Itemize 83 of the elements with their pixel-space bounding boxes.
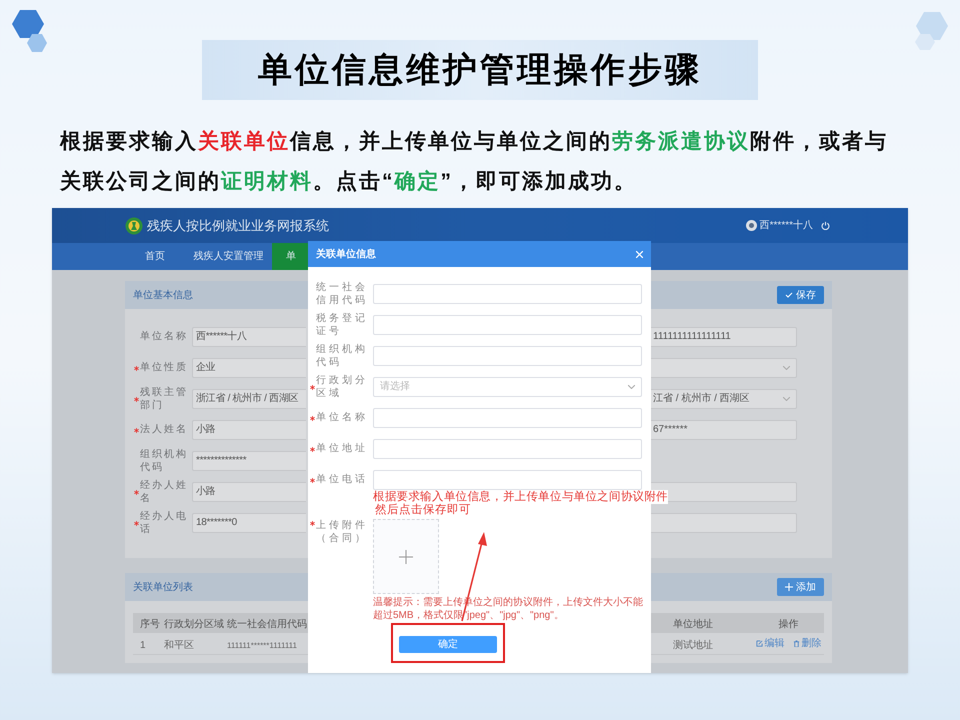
table-cell: 和平区	[164, 640, 194, 650]
field-label: 法人姓名	[140, 423, 188, 436]
column-header: 序号	[140, 619, 160, 630]
select-field[interactable]	[651, 358, 797, 378]
column-header: 单位地址	[673, 619, 713, 630]
save-button[interactable]: 保存	[777, 286, 824, 304]
input-field[interactable]: **************	[192, 450, 306, 470]
field-value: 67******	[653, 423, 688, 437]
field-value: 18*******0	[196, 516, 237, 530]
chevron-down-icon	[783, 366, 790, 370]
field-value: 小路	[196, 422, 216, 437]
table-cell: 111111******1111111	[227, 640, 297, 650]
field-label: 经办人电话	[140, 510, 188, 536]
input-field[interactable]: 小路	[192, 482, 306, 502]
annotation-text: 根据要求输入单位信息，并上传单位与单位之间协议附件	[373, 490, 668, 504]
trash-icon	[792, 640, 800, 647]
input-field[interactable]	[651, 512, 797, 532]
hexagon-decoration-icon	[914, 10, 950, 52]
field-label: 残联主管部门	[140, 386, 188, 412]
field-label: 统一社会信用代码	[316, 280, 368, 306]
chevron-down-icon	[628, 384, 635, 388]
chevron-down-icon	[783, 396, 790, 400]
table-cell: 1	[140, 640, 146, 650]
field-value: 企业	[196, 360, 216, 375]
check-icon	[785, 291, 793, 299]
field-value: 西******十八	[196, 330, 247, 344]
input-field[interactable]: 1111111111111111	[651, 326, 797, 346]
user-name[interactable]: 西******十八	[760, 218, 813, 233]
column-header: 行政划分区域	[164, 619, 224, 630]
plus-icon	[399, 550, 413, 564]
field-label: 税务登记证号	[316, 312, 368, 338]
input-field[interactable]: 浙江省 / 杭州市 / 西湖区	[192, 388, 306, 408]
field-label: 组织机构代码	[316, 342, 368, 368]
annotation-text: 然后点击保存即可	[375, 504, 471, 517]
field-value: 浙江省 / 杭州市 / 西湖区	[196, 392, 298, 406]
input-field[interactable]	[373, 438, 642, 458]
input-field[interactable]: 西******十八	[192, 326, 306, 346]
plus-icon	[785, 583, 793, 591]
field-label: 单位地址	[316, 442, 368, 455]
field-label: 上传附件（合同）	[316, 519, 368, 546]
field-label: 单位性质	[140, 361, 188, 374]
field-value: 江省 / 杭州市 / 西湖区	[653, 392, 750, 406]
nav-tab[interactable]: 单	[272, 243, 308, 270]
column-header: 统一社会信用代码	[227, 619, 307, 630]
avatar-icon[interactable]	[746, 220, 757, 231]
placeholder-text: 请选择	[380, 380, 410, 394]
add-button[interactable]: 添加	[777, 578, 824, 596]
input-field[interactable]: 18*******0	[192, 512, 306, 532]
column-header: 操作	[778, 619, 798, 630]
field-label: 行政划分区域	[316, 374, 368, 400]
card-title: 关联单位列表	[133, 580, 193, 594]
input-field[interactable]	[373, 408, 642, 428]
instruction-paragraph: 根据要求输入关联单位信息，并上传单位与单位之间的劳务派遣协议附件，或者与关联公司之间的证明材料。点击“确定”，即可添加成功。	[60, 128, 889, 195]
nav-tab[interactable]: 残疾人安置管理	[185, 243, 272, 270]
dialog-title: 关联单位信息	[316, 248, 376, 262]
field-label: 单位名称	[316, 411, 368, 424]
select-field[interactable]: 江省 / 杭州市 / 西湖区	[651, 388, 797, 408]
input-field[interactable]	[373, 470, 642, 490]
emblem-icon	[125, 216, 143, 234]
table-cell: 测试地址	[673, 640, 713, 650]
field-value: **************	[196, 454, 246, 468]
input-field[interactable]: 小路	[192, 420, 306, 440]
field-label: 单位名称	[140, 330, 188, 343]
app-title: 残疾人按比例就业业务网报系统	[147, 216, 329, 235]
field-label: 经办人姓名	[140, 478, 188, 504]
power-icon[interactable]	[821, 221, 830, 230]
field-value: 小路	[196, 484, 216, 499]
confirm-button[interactable]: 确定	[399, 636, 497, 653]
field-value: 1111111111111111	[653, 330, 731, 344]
upload-box[interactable]	[373, 519, 439, 594]
slide-title: 单位信息维护管理操作步骤	[202, 40, 758, 100]
input-field[interactable]	[373, 346, 642, 366]
input-field[interactable]	[373, 314, 642, 334]
close-icon[interactable]	[636, 250, 643, 258]
input-field[interactable]: 67******	[651, 420, 797, 440]
card-title: 单位基本信息	[133, 288, 193, 302]
input-field[interactable]: 企业	[192, 358, 306, 378]
input-field[interactable]	[373, 284, 642, 304]
field-label: 单位电话	[316, 473, 368, 486]
hexagon-decoration-icon	[10, 8, 48, 54]
pencil-icon	[756, 640, 762, 647]
nav-tab[interactable]: 首页	[125, 243, 185, 270]
field-label: 组织机构代码	[140, 448, 188, 474]
